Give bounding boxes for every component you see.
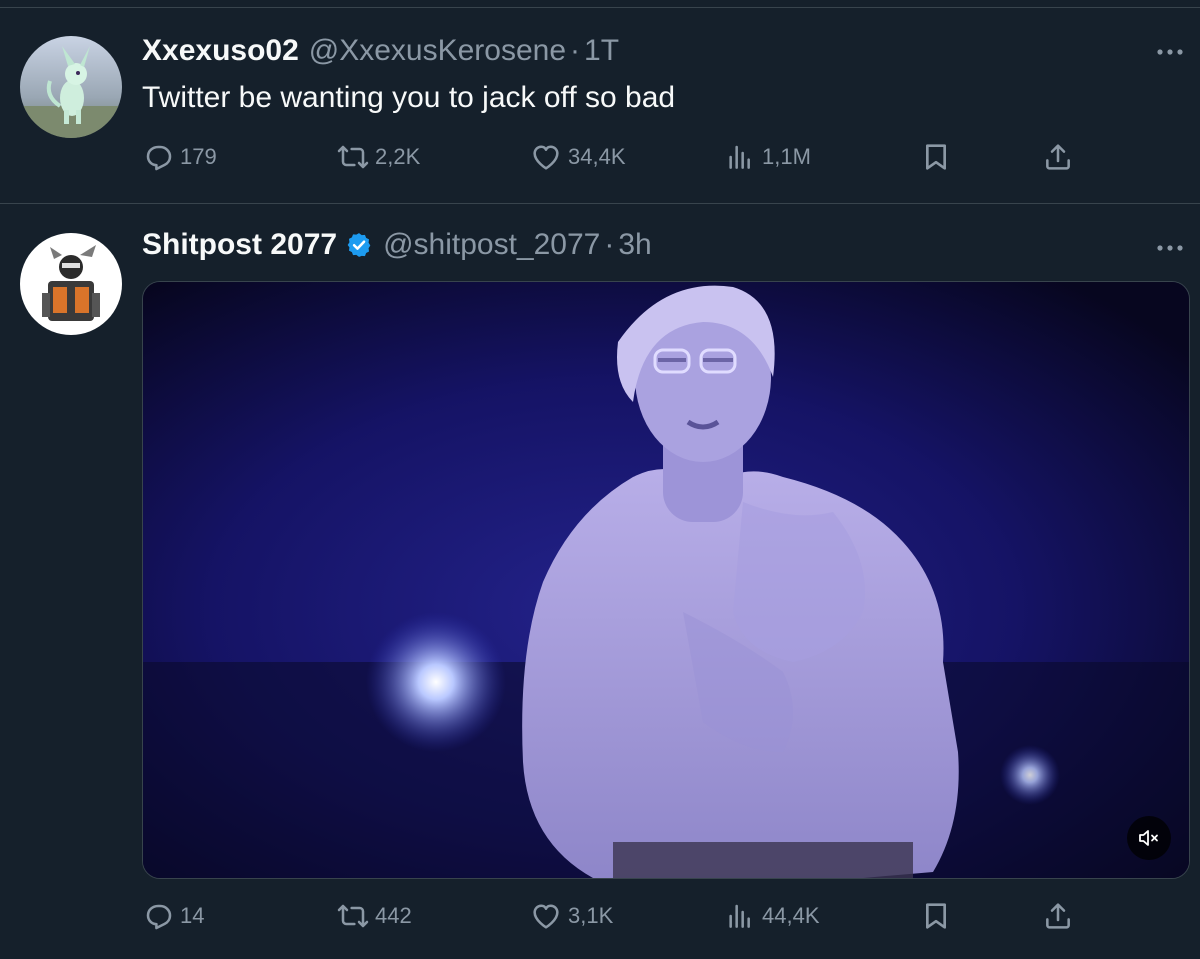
separator: · [604,228,615,261]
retweet-icon [337,904,369,928]
bookmark-button[interactable] [920,137,952,177]
retweet-button[interactable]: 442 [337,896,412,936]
reply-icon [146,904,172,930]
share-icon [1046,903,1070,929]
verified-badge-icon [345,231,373,259]
author-handle[interactable]: @shitpost_2077 [383,228,600,262]
action-bar: 14 442 3,1K 44,4K [142,896,1182,936]
espeon-avatar-icon [20,36,122,138]
author-name[interactable]: Xxexuso02 [142,34,299,68]
retweet-button[interactable]: 2,2K [337,137,420,177]
author-handle[interactable]: @XxexusKerosene [309,34,566,68]
retweet-count: 2,2K [375,144,421,169]
like-button[interactable]: 34,4K [530,137,626,177]
heart-icon [533,904,559,929]
views-icon [729,145,750,169]
retweet-count: 442 [375,903,412,928]
heart-icon [533,145,559,170]
reply-button[interactable]: 14 [142,896,204,936]
views-button[interactable]: 1,1M [724,137,811,177]
action-bar: 179 2,2K 34,4K 1,1M [142,137,1182,177]
bookmark-icon [926,903,946,929]
avatar[interactable] [20,36,122,138]
tweet-header: Shitpost 2077 @shitpost_2077 · 3h [142,228,652,262]
share-button[interactable] [1042,137,1074,177]
bookmark-button[interactable] [920,896,952,936]
share-icon [1046,144,1070,170]
video-frame [143,282,1189,878]
reply-count: 179 [180,144,217,169]
tweet[interactable]: Shitpost 2077 @shitpost_2077 · 3h 14 442… [0,204,1200,959]
view-count: 44,4K [762,903,820,928]
retweet-icon [337,145,369,169]
ellipsis-icon [1157,245,1183,251]
volume-muted-icon [1139,830,1158,846]
tweet[interactable]: Xxexuso02 @XxexusKerosene · 1T Twitter b… [0,8,1200,204]
like-button[interactable]: 3,1K [530,896,613,936]
tweet-header: Xxexuso02 @XxexusKerosene · 1T [142,34,619,68]
like-count: 34,4K [568,144,626,169]
mute-toggle-button[interactable] [1127,816,1171,860]
tweet-text: Twitter be wanting you to jack off so ba… [142,81,676,114]
more-options-button[interactable] [1154,232,1186,264]
reply-button[interactable]: 179 [142,137,217,177]
video-player[interactable] [142,281,1190,879]
avatar[interactable] [20,233,122,335]
views-icon [729,904,750,928]
share-button[interactable] [1042,896,1074,936]
bookmark-icon [926,144,946,170]
robot-avatar-icon [20,233,122,335]
reply-icon [146,145,172,171]
author-name[interactable]: Shitpost 2077 [142,228,337,262]
more-options-button[interactable] [1154,36,1186,68]
views-button[interactable]: 44,4K [724,896,820,936]
timestamp[interactable]: 3h [618,228,651,262]
reply-count: 14 [180,903,205,928]
like-count: 3,1K [568,903,614,928]
view-count: 1,1M [762,144,811,169]
ellipsis-icon [1157,49,1183,55]
timestamp[interactable]: 1T [584,34,619,68]
separator: · [570,34,581,67]
